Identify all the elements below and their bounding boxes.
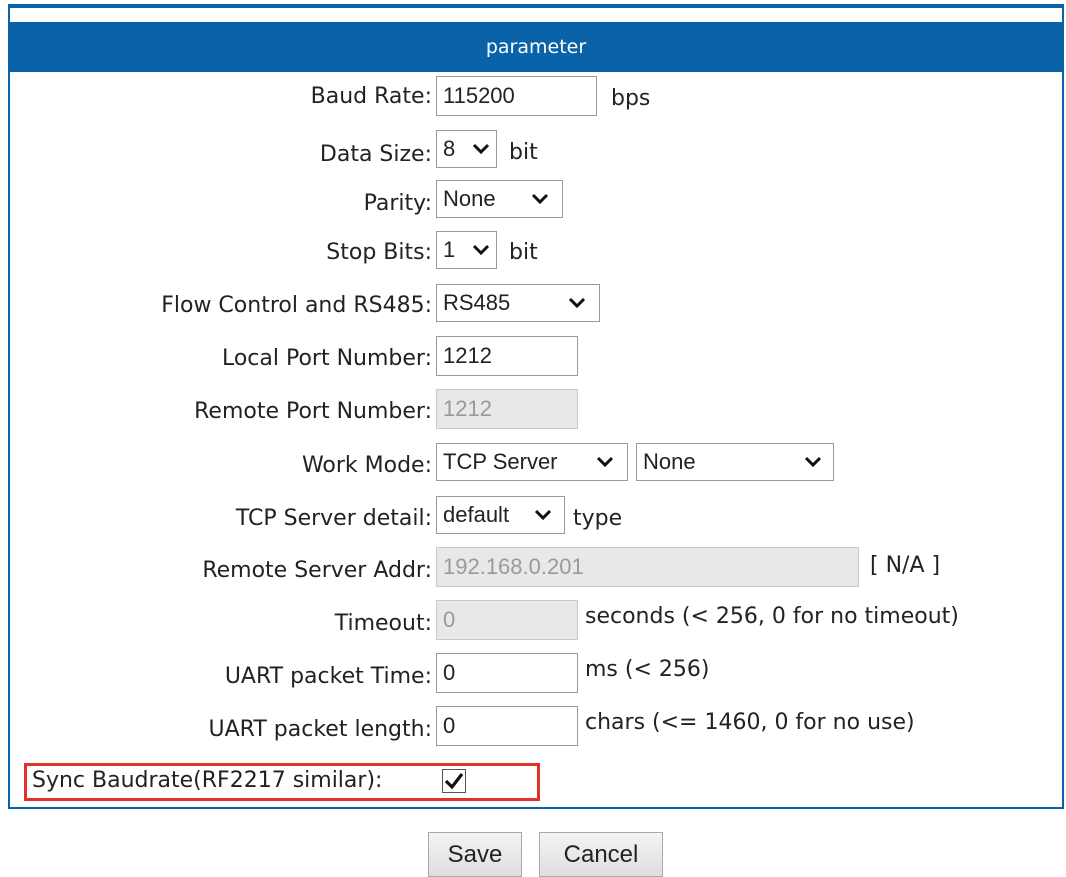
- parity-label: Parity:: [363, 191, 432, 216]
- chevron-down-icon: [534, 509, 552, 521]
- sync-baudrate-checkbox[interactable]: [442, 769, 466, 793]
- uart-packet-time-input[interactable]: 0: [436, 653, 578, 693]
- uart-packet-time-unit: ms (< 256): [585, 657, 710, 682]
- chevron-down-icon: [531, 193, 549, 205]
- work-mode-select[interactable]: TCP Server: [436, 443, 628, 481]
- remote-server-addr-label: Remote Server Addr:: [202, 558, 432, 583]
- remote-port-label: Remote Port Number:: [194, 399, 432, 424]
- flow-control-select[interactable]: RS485: [436, 284, 600, 322]
- timeout-input: 0: [436, 600, 578, 640]
- data-size-label: Data Size:: [319, 142, 432, 167]
- work-mode-option-select[interactable]: None: [636, 443, 834, 481]
- parity-value: None: [443, 186, 496, 211]
- timeout-label: Timeout:: [334, 611, 432, 636]
- work-mode-value: TCP Server: [443, 449, 558, 474]
- save-button[interactable]: Save: [428, 832, 522, 877]
- uart-packet-length-unit: chars (<= 1460, 0 for no use): [585, 710, 915, 735]
- stop-bits-value: 1: [443, 237, 456, 262]
- data-size-select[interactable]: 8: [436, 130, 497, 168]
- tcp-server-detail-value: default: [443, 502, 510, 527]
- work-mode-option-value: None: [643, 449, 696, 474]
- remote-server-addr-note: [ N/A ]: [870, 553, 941, 578]
- checkmark-icon: [444, 773, 464, 790]
- chevron-down-icon: [804, 456, 822, 468]
- uart-packet-length-input[interactable]: 0: [436, 706, 578, 746]
- flow-control-label: Flow Control and RS485:: [161, 293, 432, 318]
- uart-packet-length-label: UART packet length:: [208, 717, 432, 742]
- work-mode-label: Work Mode:: [301, 453, 432, 478]
- chevron-down-icon: [472, 143, 490, 155]
- timeout-unit: seconds (< 256, 0 for no timeout): [585, 604, 959, 629]
- remote-server-addr-input: 192.168.0.201: [436, 547, 859, 587]
- tcp-server-detail-select[interactable]: default: [436, 496, 565, 534]
- tcp-server-detail-label: TCP Server detail:: [235, 506, 432, 531]
- stop-bits-label: Stop Bits:: [326, 240, 432, 265]
- sync-baudrate-label: Sync Baudrate(RF2217 similar):: [32, 768, 383, 793]
- chevron-down-icon: [472, 244, 490, 256]
- local-port-input[interactable]: 1212: [436, 336, 578, 376]
- stop-bits-unit: bit: [509, 240, 538, 265]
- remote-port-input: 1212: [436, 389, 578, 429]
- baud-rate-label: Baud Rate:: [310, 84, 432, 109]
- flow-control-value: RS485: [443, 290, 511, 315]
- tcp-server-detail-unit: type: [573, 506, 623, 531]
- chevron-down-icon: [596, 456, 614, 468]
- parity-select[interactable]: None: [436, 180, 563, 218]
- local-port-label: Local Port Number:: [221, 346, 432, 371]
- stop-bits-select[interactable]: 1: [436, 231, 497, 269]
- data-size-unit: bit: [509, 140, 538, 165]
- baud-rate-unit: bps: [611, 86, 651, 111]
- baud-rate-input[interactable]: 115200: [436, 76, 597, 116]
- panel-header: parameter: [10, 22, 1062, 72]
- uart-packet-time-label: UART packet Time:: [224, 664, 432, 689]
- chevron-down-icon: [568, 297, 586, 309]
- cancel-button[interactable]: Cancel: [539, 832, 663, 877]
- data-size-value: 8: [443, 136, 456, 161]
